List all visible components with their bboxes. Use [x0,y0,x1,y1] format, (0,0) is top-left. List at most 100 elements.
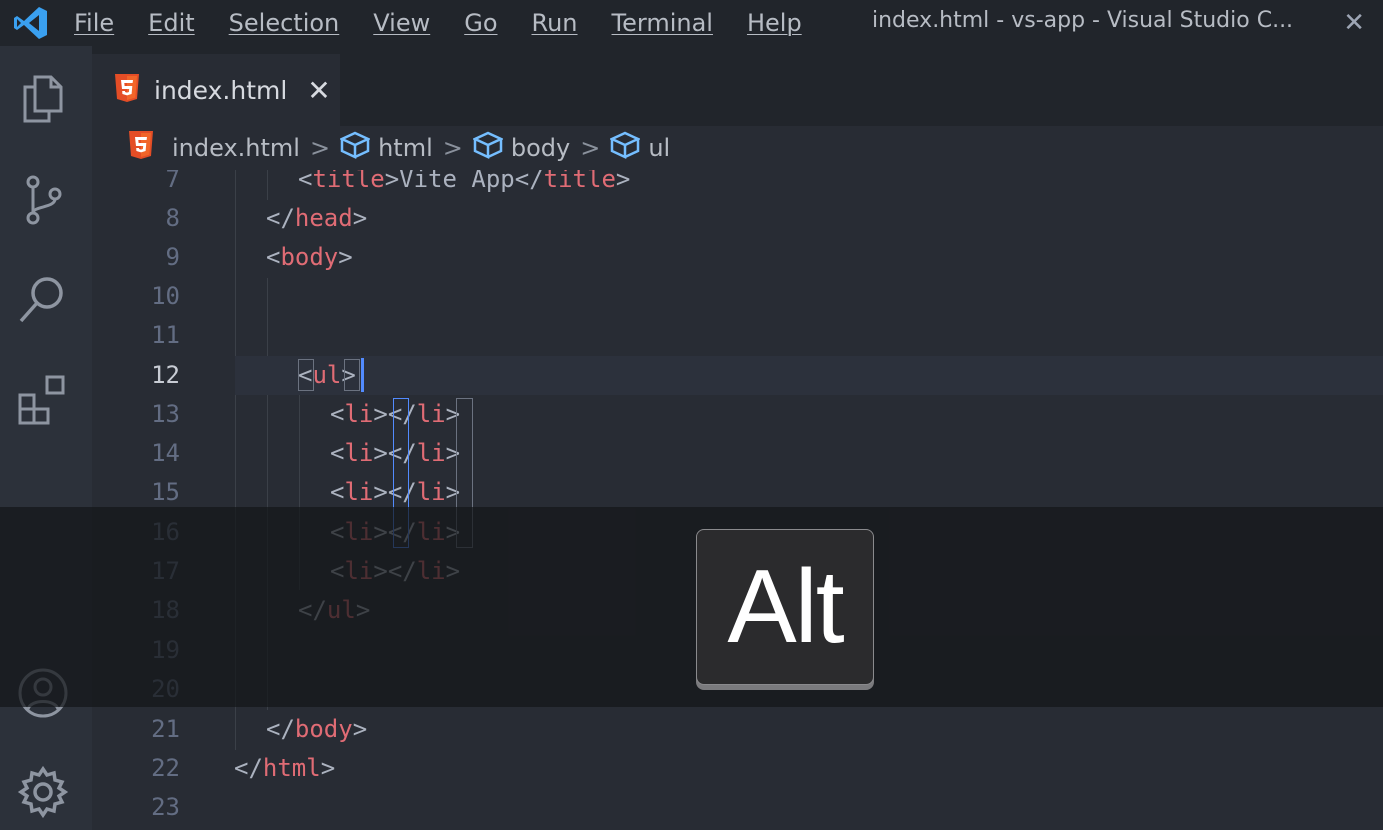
keystroke-key: Alt [696,529,874,685]
tab-index-html[interactable]: index.html ✕ [92,54,340,126]
breadcrumb-label: html [378,134,433,162]
breadcrumb-separator: > [580,134,601,162]
token: title [312,170,385,193]
activity-bar [0,46,92,830]
line-number: 9 [165,243,180,271]
token: title [543,170,616,193]
token: html [262,754,321,782]
breadcrumb-item-ul[interactable]: ul [609,131,671,165]
token: head [294,204,353,232]
token: li [416,478,446,506]
explorer-files-icon[interactable] [16,72,70,126]
token: li [416,439,446,467]
title-bar: File Edit Selection View Go Run Terminal… [0,0,1383,46]
line-number: 22 [151,754,180,782]
token: > [352,715,368,743]
token: > [373,478,388,506]
token: > [615,170,631,193]
breadcrumb-separator: > [442,134,463,162]
keystroke-overlay-band [0,507,1383,707]
code-text: </html> [234,749,335,788]
token: > [373,439,388,467]
tab-close-button[interactable]: ✕ [307,74,330,107]
line-number: 8 [165,204,180,232]
breadcrumb-label: index.html [172,134,300,162]
menu-selection[interactable]: Selection [229,9,340,37]
window-close-button[interactable]: ✕ [1343,8,1365,38]
token: > [373,400,388,428]
menu-go[interactable]: Go [464,9,497,37]
code-text: </head> [266,199,367,238]
breadcrumb-item-body[interactable]: body [471,131,571,165]
token: < [266,243,281,271]
code-line: 10 [92,277,1383,316]
menu-run[interactable]: Run [532,9,578,37]
token: > [384,170,400,193]
breadcrumb-separator: > [309,134,331,162]
token: body [294,715,353,743]
source-control-icon[interactable] [16,173,70,227]
text-cursor [361,358,364,392]
code-line: 13 <li></li> [92,395,1383,434]
menu-edit[interactable]: Edit [148,9,194,37]
bracket-match-highlight [298,359,314,391]
extensions-icon[interactable] [16,372,70,426]
code-line: 7 <title>Vite App</title> [92,170,1383,199]
token: > [352,204,368,232]
menu-file[interactable]: File [74,9,114,37]
token: li [344,478,374,506]
bracket-match-highlight [344,359,360,391]
code-line: 14 <li></li> [92,434,1383,473]
breadcrumb-item-file[interactable]: index.html [128,130,300,166]
line-number: 14 [151,439,180,467]
token: </ [266,204,295,232]
line-number: 11 [151,321,180,349]
line-number: 12 [151,361,180,389]
line-number: 10 [151,282,180,310]
token: > [320,754,336,782]
editor-tab-bar: index.html ✕ [92,46,1383,126]
line-number: 7 [165,170,180,193]
html5-icon [128,130,172,166]
token: li [344,400,374,428]
token: < [330,478,345,506]
window-title: index.html - vs-app - Visual Studio C... [872,8,1294,33]
vscode-logo-icon[interactable] [8,0,54,46]
token: < [330,400,345,428]
code-line: 23 [92,788,1383,827]
menu-view[interactable]: View [373,9,430,37]
code-line: 9 <body> [92,238,1383,277]
token: < [330,439,345,467]
code-text: </body> [266,710,367,749]
code-editor[interactable]: 7 <title>Vite App</title> 8 </head> 9 <b… [92,170,1383,830]
code-line: 8 </head> [92,199,1383,238]
menu-help[interactable]: Help [747,9,802,37]
code-text: <body> [266,238,353,277]
token: </ [234,754,263,782]
code-line: 21 </body> [92,710,1383,749]
breadcrumb-label: ul [648,134,671,162]
menu-terminal[interactable]: Terminal [612,9,713,37]
search-icon[interactable] [16,272,70,326]
token: </ [266,715,295,743]
line-number: 23 [151,793,180,821]
tab-label: index.html [154,75,288,105]
token: < [298,170,313,193]
code-line: 11 [92,316,1383,355]
html5-icon [114,73,140,107]
token: body [280,243,339,271]
breadcrumb: index.html > html > body > ul [92,126,1383,170]
line-number: 21 [151,715,180,743]
breadcrumb-item-html[interactable]: html [339,131,433,165]
code-text: <title>Vite App</title> [298,170,630,199]
token: li [344,439,374,467]
token: li [416,400,446,428]
breadcrumb-label: body [510,134,571,162]
settings-gear-icon[interactable] [16,765,70,819]
menu-bar: File Edit Selection View Go Run Terminal… [74,9,836,37]
token: > [338,243,353,271]
code-line: 22 </html> [92,749,1383,788]
token: </ [514,170,544,193]
symbol-cube-icon [609,131,648,165]
keystroke-label: Alt [727,548,844,665]
